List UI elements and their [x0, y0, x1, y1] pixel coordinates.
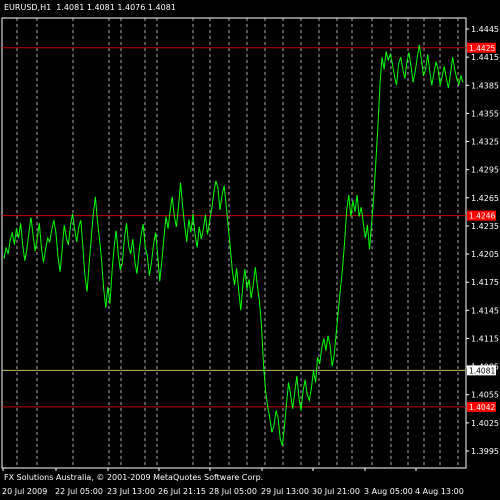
x-axis-tick-label: 20 Jul 2009 [2, 487, 47, 496]
y-axis-tick-label: 1.4415 [471, 53, 499, 62]
x-axis-tick-label: 22 Jul 05:00 [55, 487, 103, 496]
price-chart[interactable]: 1.4445 1.4415 1.4385 1.4355 1.4325 1.4295 1.42… [0, 0, 500, 500]
chart-window[interactable]: 1.4445 1.4415 1.4385 1.4355 1.4325 1.4295 1.42… [0, 0, 500, 500]
level-badge-label: 1.4246 [469, 212, 495, 221]
current-price-badge-label: 1.4081 [469, 366, 495, 375]
grid-layer [1, 17, 467, 469]
copyright-notice: FX Solutions Australia, © 2001-2009 Meta… [4, 473, 264, 482]
y-axis-tick-label: 1.4445 [471, 25, 499, 34]
axis-layer: 1.4445 1.4415 1.4385 1.4355 1.4325 1.4295 1.42… [2, 25, 499, 496]
y-axis-tick-label: 1.4055 [471, 391, 499, 400]
y-axis-tick-label: 1.4115 [471, 334, 499, 343]
y-axis-tick-label: 1.4205 [471, 250, 499, 259]
level-layer [2, 47, 466, 408]
symbol-info-header: EURUSD,H1 1.4081 1.4081 1.4076 1.4081 [4, 3, 176, 12]
y-axis-tick-label: 1.4175 [471, 278, 499, 287]
plot-frame [1, 17, 467, 469]
x-axis-tick-label: 23 Jul 13:00 [107, 487, 155, 496]
x-axis-tick-label: 26 Jul 21:15 [158, 487, 206, 496]
y-axis-tick-label: 1.3995 [471, 447, 499, 456]
y-axis-tick-label: 1.4145 [471, 306, 499, 315]
y-axis-tick-label: 1.4295 [471, 166, 499, 175]
level-badge-label: 1.4042 [469, 403, 495, 412]
y-axis-tick-label: 1.4325 [471, 138, 499, 147]
x-axis-tick-label: 29 Jul 13:00 [261, 487, 309, 496]
x-axis-tick-label: 28 Jul 05:00 [209, 487, 257, 496]
x-axis-tick-label: 4 Aug 13:00 [415, 487, 464, 496]
x-axis-tick-label: 30 Jul 21:00 [312, 487, 360, 496]
y-axis-tick-label: 1.4265 [471, 194, 499, 203]
level-badge-label: 1.4425 [469, 44, 495, 53]
x-axis-tick-label: 3 Aug 05:00 [364, 487, 413, 496]
y-axis-tick-label: 1.4025 [471, 419, 499, 428]
y-axis-tick-label: 1.4235 [471, 222, 499, 231]
y-axis-tick-label: 1.4355 [471, 109, 499, 118]
y-axis-tick-label: 1.4385 [471, 81, 499, 90]
